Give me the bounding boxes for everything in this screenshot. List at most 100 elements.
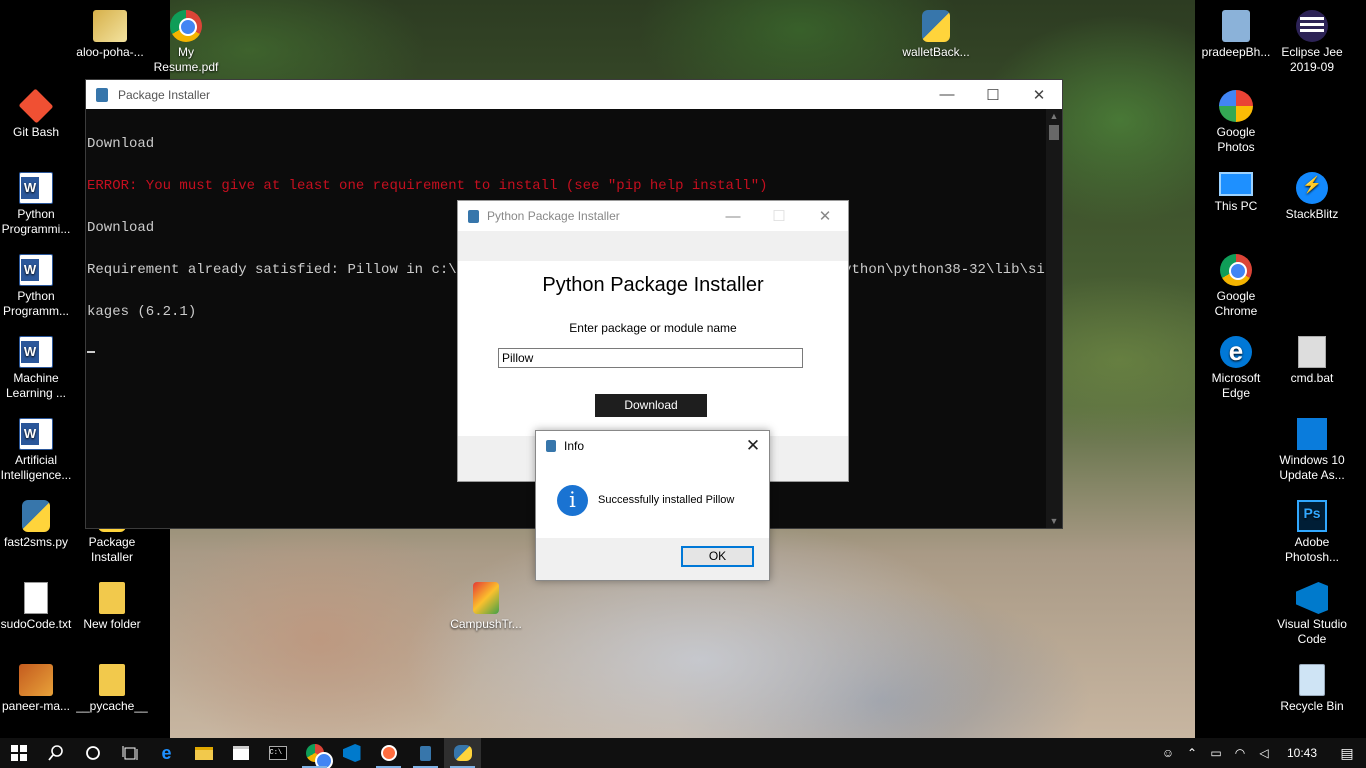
desktop-icon-resume[interactable]: My Resume.pdf xyxy=(148,10,224,75)
desktop-icon-microsoft-edge[interactable]: Microsoft Edge xyxy=(1198,336,1274,401)
desktop-icon-artificial-intelligence[interactable]: Artificial Intelligence... xyxy=(0,418,74,483)
edge-icon xyxy=(1220,336,1252,368)
battery-icon[interactable]: ▭ xyxy=(1204,746,1228,760)
image-file-icon xyxy=(19,664,53,696)
vscode-icon xyxy=(342,744,361,762)
desktop-icon-git-bash[interactable]: Git Bash xyxy=(0,88,74,140)
info-dialog[interactable]: Info ✕ i Successfully installed Pillow O… xyxy=(535,430,770,581)
desktop-icon-pradeepbh[interactable]: pradeepBh... xyxy=(1198,10,1274,60)
desktop-icon-python-programming-2[interactable]: Python Programm... xyxy=(0,254,74,319)
desktop-icon-photoshop[interactable]: Adobe Photosh... xyxy=(1274,500,1350,565)
image-file-icon xyxy=(93,10,127,42)
chrome-icon xyxy=(305,744,333,768)
python-app-icon xyxy=(546,439,556,452)
eclipse-icon xyxy=(1296,10,1328,42)
taskbar-python-app[interactable] xyxy=(407,738,444,768)
start-button[interactable] xyxy=(0,738,37,768)
desktop-icon-google-photos[interactable]: Google Photos xyxy=(1198,90,1274,155)
text-file-icon xyxy=(24,582,48,614)
start-icon xyxy=(10,745,27,761)
file-explorer-icon xyxy=(194,746,213,760)
word-doc-icon xyxy=(19,254,53,286)
desktop-icon-aloo-poha[interactable]: aloo-poha-... xyxy=(72,10,148,60)
git-icon xyxy=(18,88,54,124)
console-titlebar[interactable]: Package Installer — ☐ ✕ xyxy=(86,80,1062,109)
python-file-icon xyxy=(22,500,50,532)
installer-titlebar[interactable]: Python Package Installer — ☐ ✕ xyxy=(458,201,848,231)
installer-close-button[interactable]: ✕ xyxy=(802,202,848,231)
scroll-up-arrow-icon[interactable]: ▲ xyxy=(1046,109,1062,123)
desktop-icon-eclipse[interactable]: Eclipse Jee 2019-09 xyxy=(1274,10,1350,75)
desktop-icon-machine-learning[interactable]: Machine Learning ... xyxy=(0,336,74,401)
desktop-icon-pycache[interactable]: __pycache__ xyxy=(74,664,150,714)
scroll-thumb[interactable] xyxy=(1049,125,1059,140)
console-maximize-button[interactable]: ☐ xyxy=(970,80,1016,109)
people-icon[interactable]: ☺ xyxy=(1156,746,1180,760)
info-icon: i xyxy=(557,485,588,516)
python-app-icon xyxy=(420,745,431,761)
monitor-icon xyxy=(1219,172,1253,196)
folder-icon xyxy=(99,664,125,696)
desktop-icon-walletback[interactable]: walletBack... xyxy=(898,10,974,60)
search-icon xyxy=(47,745,63,761)
taskbar-app[interactable] xyxy=(370,738,407,768)
python-app-icon xyxy=(468,209,479,223)
google-photos-icon xyxy=(1219,90,1253,122)
ok-button[interactable]: OK xyxy=(681,546,754,567)
volume-icon[interactable]: ◁ xyxy=(1252,746,1276,760)
taskbar-chrome[interactable] xyxy=(296,738,333,768)
taskbar-file-explorer[interactable] xyxy=(185,738,222,768)
info-dialog-titlebar[interactable]: Info ✕ xyxy=(536,431,769,460)
console-close-button[interactable]: ✕ xyxy=(1016,80,1062,109)
word-doc-icon xyxy=(19,336,53,368)
console-minimize-button[interactable]: — xyxy=(924,80,970,109)
scroll-down-arrow-icon[interactable]: ▼ xyxy=(1046,514,1062,528)
package-name-input[interactable]: Pillow xyxy=(498,348,803,368)
desktop-icon-stackblitz[interactable]: StackBlitz xyxy=(1274,172,1350,222)
folder-icon xyxy=(99,582,125,614)
taskbar-store[interactable] xyxy=(222,738,259,768)
python-file-icon xyxy=(922,10,950,42)
desktop-icon-recycle-bin[interactable]: Recycle Bin xyxy=(1274,664,1350,714)
word-doc-icon xyxy=(19,418,53,450)
console-title: Package Installer xyxy=(118,87,211,102)
cortana-button[interactable] xyxy=(74,738,111,768)
desktop-icon-this-pc[interactable]: This PC xyxy=(1198,172,1274,214)
info-dialog-footer: OK xyxy=(536,538,769,580)
desktop-icon-new-folder[interactable]: New folder xyxy=(74,582,150,632)
wifi-icon[interactable]: ◠ xyxy=(1228,746,1252,760)
chevron-up-icon[interactable]: ⌃ xyxy=(1180,746,1204,760)
desktop-icon-paneer[interactable]: paneer-ma... xyxy=(0,664,74,714)
notification-center-icon[interactable]: ▤ xyxy=(1328,745,1366,762)
info-dialog-message: Successfully installed Pillow xyxy=(598,494,735,506)
python-idle-icon xyxy=(453,745,472,761)
info-dialog-close-button[interactable]: ✕ xyxy=(737,431,769,460)
installer-minimize-button[interactable]: — xyxy=(710,202,756,231)
desktop-icon-cmd-bat[interactable]: cmd.bat xyxy=(1274,336,1350,386)
recycle-bin-icon xyxy=(1299,664,1325,696)
download-button[interactable]: Download xyxy=(595,394,707,417)
desktop-icon-fast2sms[interactable]: fast2sms.py xyxy=(0,500,74,550)
desktop-icon-vscode[interactable]: Visual Studio Code xyxy=(1274,582,1350,647)
desktop-icon-sudocode[interactable]: sudoCode.txt xyxy=(0,582,74,632)
installer-heading: Python Package Installer xyxy=(542,274,764,296)
vscode-icon xyxy=(1296,582,1328,614)
taskbar-edge[interactable]: e xyxy=(148,738,185,768)
desktop-icon-campushtr[interactable]: CampushTr... xyxy=(448,582,524,632)
search-button[interactable] xyxy=(37,738,74,768)
desktop-icon-python-programming-1[interactable]: Python Programmi... xyxy=(0,172,74,237)
taskbar-vscode[interactable] xyxy=(333,738,370,768)
task-view-button[interactable] xyxy=(111,738,148,768)
desktop-icon-windows-update[interactable]: Windows 10 Update As... xyxy=(1274,418,1350,483)
app-icon xyxy=(380,745,397,761)
windows-icon xyxy=(1297,418,1327,450)
taskbar-python-idle[interactable] xyxy=(444,738,481,768)
installer-maximize-button: ☐ xyxy=(772,208,786,225)
python-app-icon xyxy=(96,87,108,102)
clock[interactable]: 10:43 xyxy=(1276,746,1328,760)
taskbar: e C:\ ☺ ⌃ ▭ ◠ ◁ 10:43 ▤ xyxy=(0,738,1366,768)
bolt-icon xyxy=(1296,172,1328,204)
console-scrollbar[interactable]: ▲ ▼ xyxy=(1046,109,1062,528)
taskbar-cmd[interactable]: C:\ xyxy=(259,738,296,768)
desktop-icon-google-chrome[interactable]: Google Chrome xyxy=(1198,254,1274,319)
